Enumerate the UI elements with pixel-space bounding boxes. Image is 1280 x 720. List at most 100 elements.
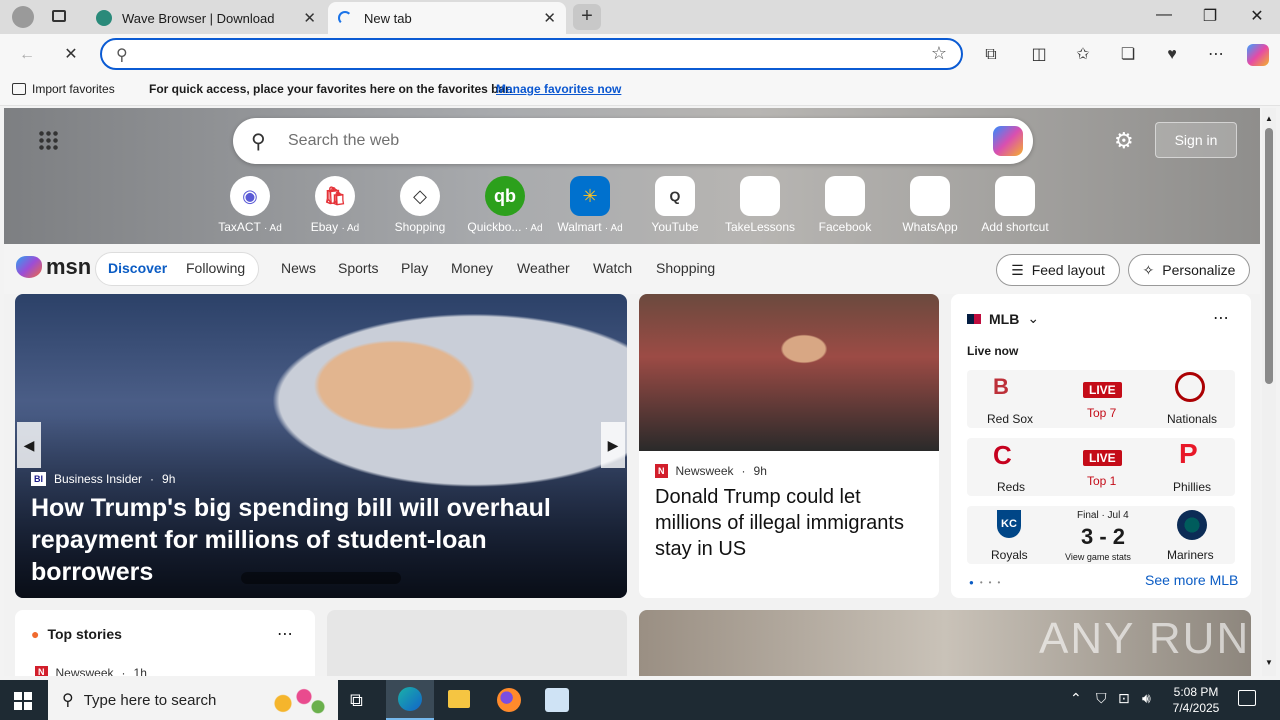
show-hidden-icons[interactable]: ⌃ <box>1070 690 1082 707</box>
address-bar[interactable]: ⚲ ☆ <box>100 38 963 70</box>
new-tab-button[interactable]: + <box>573 4 601 30</box>
collections-icon[interactable]: ❏ <box>1117 44 1139 66</box>
hero-story-card[interactable]: ◀ ▶ BI Business Insider · 9h How Trump's b… <box>15 294 627 598</box>
tab-discover[interactable]: Discover <box>108 260 167 276</box>
game-row[interactable]: C Reds LIVE Top 1 P Phillies <box>967 438 1235 496</box>
story-source: N Newsweek · 9h <box>655 464 767 478</box>
view-game-stats-link[interactable]: View game stats <box>1065 552 1131 562</box>
shortcut-youtube[interactable]: Q YouTube <box>633 176 717 234</box>
scroll-down-arrow[interactable]: ▼ <box>1265 658 1273 667</box>
msn-logo[interactable]: msn <box>16 254 91 280</box>
import-favorites-button[interactable]: Import favorites <box>12 82 115 96</box>
shortcut-ebay[interactable]: 🛍 Ebay · Ad <box>293 176 377 234</box>
favorite-star-icon[interactable]: ☆ <box>931 43 947 64</box>
back-icon[interactable]: ← <box>16 44 38 66</box>
manage-favorites-link[interactable]: Manage favorites now <box>496 82 621 96</box>
scroll-up-arrow[interactable]: ▲ <box>1265 114 1273 123</box>
copilot-icon[interactable] <box>1247 44 1269 66</box>
network-icon[interactable]: ⛉ <box>1096 690 1107 707</box>
windows-taskbar: ⚲ Type here to search ⧉ ⌃ ⛉ ⊡ 🔊︎ 5:08 PM… <box>0 680 1280 720</box>
fire-icon: ● <box>31 626 40 642</box>
profile-avatar[interactable] <box>12 6 34 28</box>
restore-icon[interactable]: ❐ <box>1187 6 1233 26</box>
final-score: 3 - 2 <box>1081 524 1126 549</box>
task-view-icon[interactable]: ⧉ <box>350 690 363 711</box>
wifi-icon[interactable]: ⊡ <box>1118 690 1130 707</box>
mlb-card: MLB ⌄ ⋯ Live now B Red Sox LIVE Top 7 Na… <box>951 294 1251 598</box>
nav-shopping[interactable]: Shopping <box>656 260 715 276</box>
more-options-icon[interactable]: ⋯ <box>1213 308 1229 328</box>
apps-launcher-icon[interactable] <box>38 130 58 150</box>
address-input[interactable] <box>146 44 906 64</box>
import-favorites-label: Import favorites <box>32 82 115 96</box>
mlb-header[interactable]: MLB ⌄ <box>967 310 1039 327</box>
close-icon[interactable]: ✕ <box>543 9 556 27</box>
window-close-icon[interactable]: ✕ <box>1234 6 1280 26</box>
story-source: N Newsweek · 1h <box>35 666 147 676</box>
side-story-card[interactable]: N Newsweek · 9h Donald Trump could let mil… <box>639 294 939 598</box>
file-explorer-icon[interactable] <box>448 690 470 708</box>
scroll-thumb[interactable] <box>1265 128 1273 384</box>
taskbar-search-box[interactable]: ⚲ Type here to search <box>48 680 338 720</box>
split-screen-icon[interactable]: ◫ <box>1028 44 1050 66</box>
shortcut-walmart[interactable]: ✳ Walmart · Ad <box>548 176 632 234</box>
image-story-card[interactable]: ANY RUN <box>639 610 1251 676</box>
tab-actions-icon[interactable] <box>52 10 66 22</box>
butterfly-icon <box>16 256 42 278</box>
shortcut-takelessons[interactable]: TakeLessons <box>718 176 802 234</box>
browser-essentials-icon[interactable]: ♥ <box>1161 44 1183 66</box>
see-more-mlb-link[interactable]: See more MLB <box>1145 572 1238 588</box>
plus-icon: + <box>995 176 1035 216</box>
shortcut-taxact[interactable]: ◉ TaxACT · Ad <box>208 176 292 234</box>
sign-in-button[interactable]: Sign in <box>1155 122 1237 158</box>
windows-start-icon[interactable] <box>14 692 32 710</box>
nav-money[interactable]: Money <box>451 260 493 276</box>
carousel-dots[interactable] <box>241 572 401 584</box>
more-menu-icon[interactable]: ⋯ <box>1205 44 1227 66</box>
carousel-prev-button[interactable]: ◀ <box>17 422 41 468</box>
clock[interactable]: 5:08 PM 7/4/2025 <box>1168 684 1224 716</box>
placeholder-card <box>327 610 627 676</box>
nav-play[interactable]: Play <box>401 260 428 276</box>
nav-news[interactable]: News <box>281 260 316 276</box>
edge-taskbar-icon[interactable] <box>386 680 434 720</box>
feed-layout-button[interactable]: ☰ Feed layout <box>996 254 1120 286</box>
minimize-icon[interactable]: — <box>1141 6 1187 24</box>
notification-icon[interactable] <box>1238 690 1256 706</box>
nav-sports[interactable]: Sports <box>338 260 378 276</box>
business-insider-logo: BI <box>31 472 46 486</box>
watermark: ANY RUN <box>1039 614 1251 663</box>
sparkle-icon: ✧ <box>1142 261 1155 278</box>
nav-weather[interactable]: Weather <box>517 260 570 276</box>
shortcut-shopping[interactable]: ◇ Shopping <box>378 176 462 234</box>
live-badge: LIVE <box>1083 382 1122 398</box>
carousel-next-button[interactable]: ▶ <box>601 422 625 468</box>
tab-wave-browser[interactable]: Wave Browser | Download ✕ <box>86 2 326 34</box>
shortcut-whatsapp[interactable]: WhatsApp <box>888 176 972 234</box>
app-taskbar-icon[interactable] <box>545 688 569 712</box>
pager-dots[interactable]: ●••• <box>969 578 1006 587</box>
shortcut-quickbooks[interactable]: qb Quickbo... · Ad <box>463 176 547 234</box>
top-stories-header[interactable]: ● Top stories <box>31 626 122 642</box>
game-row[interactable]: KC Royals Final · Jul 4 3 - 2 View game … <box>967 506 1235 564</box>
page-scrollbar[interactable]: ▲ ▼ <box>1262 108 1276 676</box>
volume-icon[interactable]: 🔊︎ <box>1142 690 1151 707</box>
extensions-icon[interactable]: ⧉ <box>980 44 1002 66</box>
tab-following[interactable]: Following <box>186 260 245 276</box>
shortcut-add[interactable]: + Add shortcut <box>973 176 1057 234</box>
web-search-box[interactable]: ⚲ Search the web <box>233 118 1033 164</box>
royals-logo: KC <box>997 510 1021 538</box>
firefox-icon[interactable] <box>497 688 521 712</box>
stop-icon[interactable]: ✕ <box>60 44 82 66</box>
story-headline[interactable]: Donald Trump could let millions of illeg… <box>655 484 927 562</box>
close-icon[interactable]: ✕ <box>303 9 316 27</box>
shortcut-facebook[interactable]: Facebook <box>803 176 887 234</box>
game-row[interactable]: B Red Sox LIVE Top 7 Nationals <box>967 370 1235 428</box>
copilot-icon[interactable] <box>993 126 1023 156</box>
tab-new-tab[interactable]: New tab ✕ <box>328 2 566 34</box>
favorites-icon[interactable]: ✩ <box>1072 44 1094 66</box>
settings-gear-icon[interactable]: ⚙ <box>1114 128 1134 154</box>
personalize-button[interactable]: ✧ Personalize <box>1128 254 1250 286</box>
more-options-icon[interactable]: ⋯ <box>277 624 293 644</box>
nav-watch[interactable]: Watch <box>593 260 632 276</box>
